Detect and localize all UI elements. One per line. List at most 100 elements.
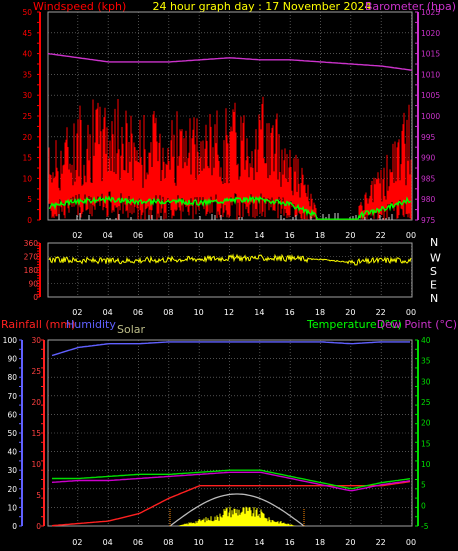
y-tick-label: 35 [22, 70, 32, 79]
y-tick-label: 90 [7, 355, 17, 364]
y-tick-label: 50 [22, 8, 32, 17]
y-tick-label: 1000 [421, 112, 440, 121]
x-tick-label: 08 [163, 231, 173, 240]
y-tick-label: 45 [22, 29, 32, 38]
x-tick-label: 14 [254, 231, 264, 240]
y-tick-label: 40 [7, 448, 17, 457]
y-tick-label: 10 [7, 503, 17, 512]
x-tick-label: 18 [315, 231, 325, 240]
x-tick-label: 00 [406, 231, 416, 240]
compass-label: N [430, 292, 438, 305]
y-tick-label: 30 [421, 377, 431, 386]
barometer-axis-label: Barometer (hpa) [365, 0, 456, 13]
y-tick-label: 985 [421, 174, 436, 183]
y-tick-label: 90 [28, 280, 38, 289]
y-tick-label: 0 [27, 216, 32, 225]
x-tick-label: 08 [163, 538, 173, 547]
x-tick-label: 18 [315, 538, 325, 547]
y-tick-label: 30 [31, 336, 41, 345]
y-tick-label: 10 [31, 460, 41, 469]
y-tick-label: 30 [7, 466, 17, 475]
y-tick-label: 40 [22, 50, 32, 59]
chart-title: 24 hour graph day : 17 November 2024 [152, 0, 371, 13]
wind-max-series [48, 96, 412, 220]
wind-barometer-panel: 0510152025303540455097598098599099510001… [22, 8, 440, 240]
x-tick-label: 06 [133, 231, 143, 240]
y-tick-label: 1025 [421, 8, 440, 17]
x-tick-label: 12 [224, 538, 234, 547]
y-tick-label: 975 [421, 216, 436, 225]
y-tick-label: 40 [421, 336, 431, 345]
y-tick-label: 5 [421, 481, 426, 490]
rainfall-axis-label: Rainfall (mm) [1, 318, 75, 331]
x-tick-label: 16 [285, 308, 295, 317]
y-tick-label: 30 [22, 91, 32, 100]
windspeed-axis-label: Windspeed (kph) [33, 0, 126, 13]
y-tick-label: 20 [421, 419, 431, 428]
y-tick-label: 15 [31, 429, 41, 438]
y-tick-label: 0 [36, 522, 41, 531]
compass-label: S [430, 265, 437, 278]
y-tick-label: 0 [12, 522, 17, 531]
y-tick-label: 5 [36, 491, 41, 500]
solar-label: Solar [117, 323, 146, 336]
y-tick-label: 0 [421, 501, 426, 510]
y-tick-label: 50 [7, 429, 17, 438]
y-tick-label: 80 [7, 373, 17, 382]
x-tick-label: 18 [315, 308, 325, 317]
y-tick-label: 1010 [421, 70, 440, 79]
y-tick-label: 1005 [421, 91, 440, 100]
y-tick-label: 1020 [421, 29, 440, 38]
x-tick-label: 12 [224, 308, 234, 317]
x-tick-label: 04 [103, 538, 113, 547]
y-tick-label: 180 [24, 266, 39, 275]
x-tick-label: 20 [345, 231, 355, 240]
x-tick-label: 04 [103, 231, 113, 240]
compass-label: N [430, 236, 438, 249]
y-tick-label: 10 [421, 460, 431, 469]
y-tick-label: 980 [421, 195, 436, 204]
x-tick-label: 14 [254, 308, 264, 317]
y-tick-label: 15 [421, 439, 431, 448]
y-tick-label: 25 [31, 367, 41, 376]
dewpoint-axis-label: Dew Point (°C) [377, 318, 457, 331]
y-tick-label: 35 [421, 357, 431, 366]
x-tick-label: 22 [376, 308, 386, 317]
x-tick-label: 00 [406, 538, 416, 547]
x-tick-label: 14 [254, 538, 264, 547]
solar-series [178, 506, 296, 526]
y-tick-label: 10 [22, 174, 32, 183]
y-tick-label: 70 [7, 392, 17, 401]
y-tick-label: 1015 [421, 50, 440, 59]
y-tick-label: 20 [7, 485, 17, 494]
x-tick-label: 12 [224, 231, 234, 240]
humidity-series [51, 341, 410, 357]
x-tick-label: 08 [163, 308, 173, 317]
y-tick-label: 270 [24, 253, 39, 262]
y-tick-label: 0 [33, 293, 38, 302]
wind-direction-panel: 090180270360 NWSEN02 04 06 08 10 12 14 16 18 20 22 0… [24, 236, 441, 317]
x-tick-label: 02 [72, 538, 82, 547]
y-tick-label: 25 [22, 112, 32, 121]
y-tick-label: 60 [7, 410, 17, 419]
x-tick-label: 20 [345, 538, 355, 547]
y-tick-label: 20 [31, 398, 41, 407]
x-tick-label: 20 [345, 308, 355, 317]
x-tick-label: 10 [194, 308, 204, 317]
x-tick-label: 22 [376, 231, 386, 240]
y-tick-label: 20 [22, 133, 32, 142]
x-tick-label: 00 [406, 308, 416, 317]
y-tick-label: 990 [421, 154, 436, 163]
x-tick-label: 16 [285, 538, 295, 547]
compass-label: W [430, 252, 441, 265]
wind-direction-series [48, 253, 412, 266]
y-tick-label: 5 [27, 195, 32, 204]
y-tick-label: 100 [3, 336, 18, 345]
y-tick-label: -5 [421, 522, 429, 531]
y-tick-label: 25 [421, 398, 431, 407]
y-tick-label: 15 [22, 154, 32, 163]
x-tick-label: 10 [194, 538, 204, 547]
x-tick-label: 06 [133, 538, 143, 547]
y-tick-label: 360 [24, 239, 39, 248]
weather-chart: Windspeed (kph) 24 hour graph day : 17 N… [1, 0, 457, 547]
